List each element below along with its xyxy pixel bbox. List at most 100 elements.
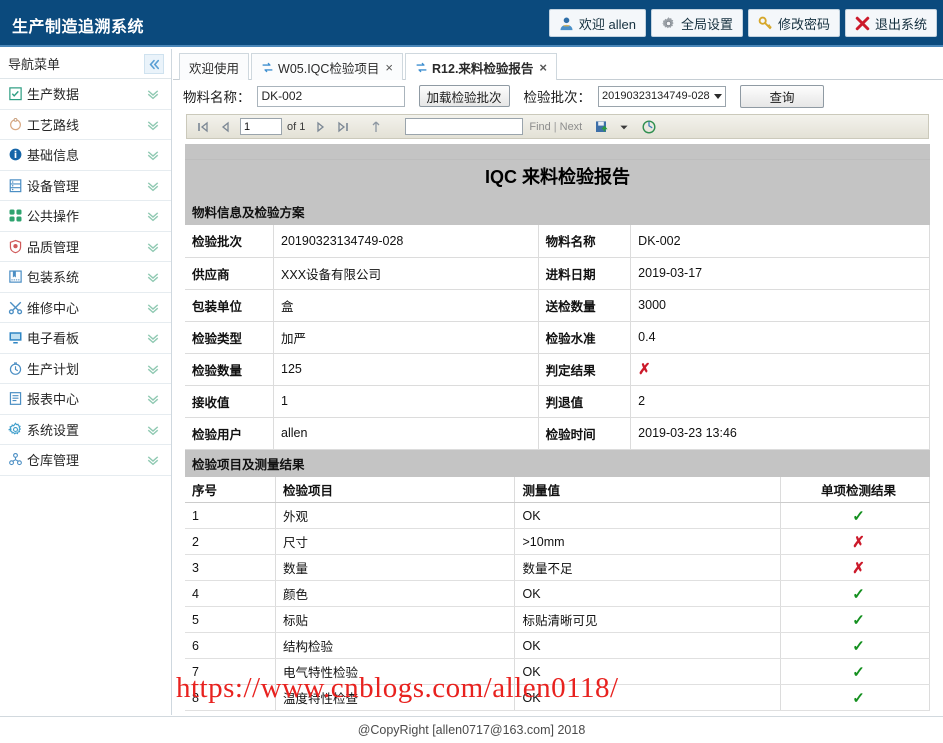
info-key: 判定结果 [538,353,632,386]
export-save-icon[interactable] [594,119,610,135]
item-no: 3 [185,554,277,581]
tab-welcome[interactable]: 欢迎使用 [179,53,250,80]
info-value: 20190323134749-028 [273,225,539,258]
find-input[interactable] [405,118,524,135]
sidebar-item-label: 公共操作 [27,209,80,225]
material-name-label: 物料名称： [183,90,251,105]
chevron-down-icon [146,118,160,132]
info-key: 送检数量 [538,289,632,322]
global-settings-label: 全局设置 [680,16,733,32]
load-batch-button[interactable]: 加载检验批次 [418,85,510,107]
monitor-board-icon [8,330,23,345]
find-link[interactable]: Find [529,121,550,133]
sidebar-item-basic-info[interactable]: 基础信息 [0,140,171,171]
table-row: 检验用户 allen 检验时间 2019-03-23 13:46 [185,417,930,450]
logout-button[interactable]: 退出系统 [844,9,937,37]
info-value: XXX设备有限公司 [273,257,539,290]
item-name: 数量 [275,554,516,581]
item-result: ✓ [780,502,930,529]
global-settings-button[interactable]: 全局设置 [650,9,743,37]
material-name-input[interactable] [256,85,405,107]
welcome-user-label: 欢迎 allen [578,16,636,32]
item-result: ✓ [780,606,930,633]
export-dropdown-icon[interactable] [616,119,632,135]
sidebar-item-system-settings[interactable]: 系统设置 [0,414,171,445]
tab-iqc-inspection-items[interactable]: W05.IQC检验项目 × [251,53,404,80]
chevron-down-icon [146,270,160,284]
item-name: 标贴 [275,606,516,633]
chevron-down-icon [146,301,160,315]
double-chevron-left-icon[interactable] [144,54,164,74]
sidebar-item-label: 生产计划 [27,361,80,377]
report-viewer-toolbar: of 1 Find | Next [186,114,929,139]
item-value: 数量不足 [514,554,782,581]
sidebar-title: 导航菜单 [8,57,61,72]
info-key: 检验批次 [185,225,275,258]
inspection-items-table: 序号 检验项目 测量值 单项检测结果 1 外观 OK ✓ 2 尺寸 >10mm … [185,476,930,711]
table-row: 供应商 XXX设备有限公司 进料日期 2019-03-17 [185,257,930,290]
judgement-result-value: ✗ [630,353,930,386]
section-header-inspection-items: 检验项目及测量结果 [185,449,930,477]
item-value: OK [514,580,782,607]
tab-incoming-inspection-report[interactable]: R12.来料检验报告 × [405,53,558,80]
item-value: OK [514,658,782,685]
item-result: ✓ [780,684,930,711]
close-icon[interactable]: × [385,60,393,75]
chevron-down-icon [146,331,160,345]
warehouse-nodes-icon [8,452,23,467]
chevron-down-icon [146,87,160,101]
sidebar-item-public-ops[interactable]: 公共操作 [0,201,171,232]
sidebar-item-process-route[interactable]: 工艺路线 [0,109,171,140]
toolbar-separator: | [553,120,557,133]
column-header-no: 序号 [185,476,277,503]
sidebar-item-maintenance[interactable]: 维修中心 [0,292,171,323]
ok-mark-icon: ✓ [852,663,865,681]
user-icon [559,16,574,31]
sidebar-item-label: 报表中心 [27,392,80,408]
gear-icon [661,16,676,31]
sidebar-item-warehouse[interactable]: 仓库管理 [0,445,171,476]
sidebar-item-equipment[interactable]: 设备管理 [0,170,171,201]
refresh-icon[interactable] [641,119,657,135]
change-password-label: 修改密码 [777,16,830,32]
tab-label: W05.IQC检验项目 [278,61,380,76]
fail-mark-icon: ✗ [852,559,865,577]
prev-page-icon[interactable] [217,119,233,135]
item-no: 5 [185,606,277,633]
next-page-icon[interactable] [313,119,329,135]
last-page-icon[interactable] [335,119,351,135]
first-page-icon[interactable] [195,119,211,135]
sidebar-item-dashboard[interactable]: 电子看板 [0,323,171,354]
info-key: 检验时间 [538,417,632,450]
sidebar-item-production-data[interactable]: 生产数据 [0,79,171,110]
sidebar-item-production-plan[interactable]: 生产计划 [0,353,171,384]
item-name: 温度特性检查 [275,684,516,711]
page-number-input[interactable] [240,118,282,135]
sidebar-item-reports[interactable]: 报表中心 [0,384,171,415]
search-button[interactable]: 查询 [740,84,825,108]
change-password-button[interactable]: 修改密码 [747,9,840,37]
table-row: 检验批次 20190323134749-028 物料名称 DK-002 [185,225,930,258]
chevron-down-icon [146,423,160,437]
tab-label: R12.来料检验报告 [432,61,534,76]
clover-grid-icon [8,208,23,223]
item-result: ✓ [780,658,930,685]
table-row: 接收值 1 判退值 2 [185,385,930,418]
welcome-user-button[interactable]: 欢迎 allen [548,9,646,37]
footer: @CopyRight [allen0717@163.com] 2018 [0,716,943,743]
info-value: 加严 [273,321,539,354]
batch-select[interactable]: 20190323134749-028 [598,85,727,107]
find-next-link[interactable]: Next [560,121,583,133]
item-no: 8 [185,684,277,711]
item-no: 4 [185,580,277,607]
chevron-down-icon [714,93,723,99]
table-row: 4 颜色 OK ✓ [185,580,930,607]
sidebar-item-packaging[interactable]: 包装系统 [0,262,171,293]
refresh-arrows-icon [261,61,274,74]
close-icon[interactable]: × [539,60,547,75]
sidebar-item-quality[interactable]: 品质管理 [0,231,171,262]
chevron-down-icon [146,240,160,254]
back-to-parent-icon[interactable] [368,119,384,135]
sidebar-header: 导航菜单 [0,49,171,79]
report-title: IQC 来料检验报告 [185,160,930,198]
